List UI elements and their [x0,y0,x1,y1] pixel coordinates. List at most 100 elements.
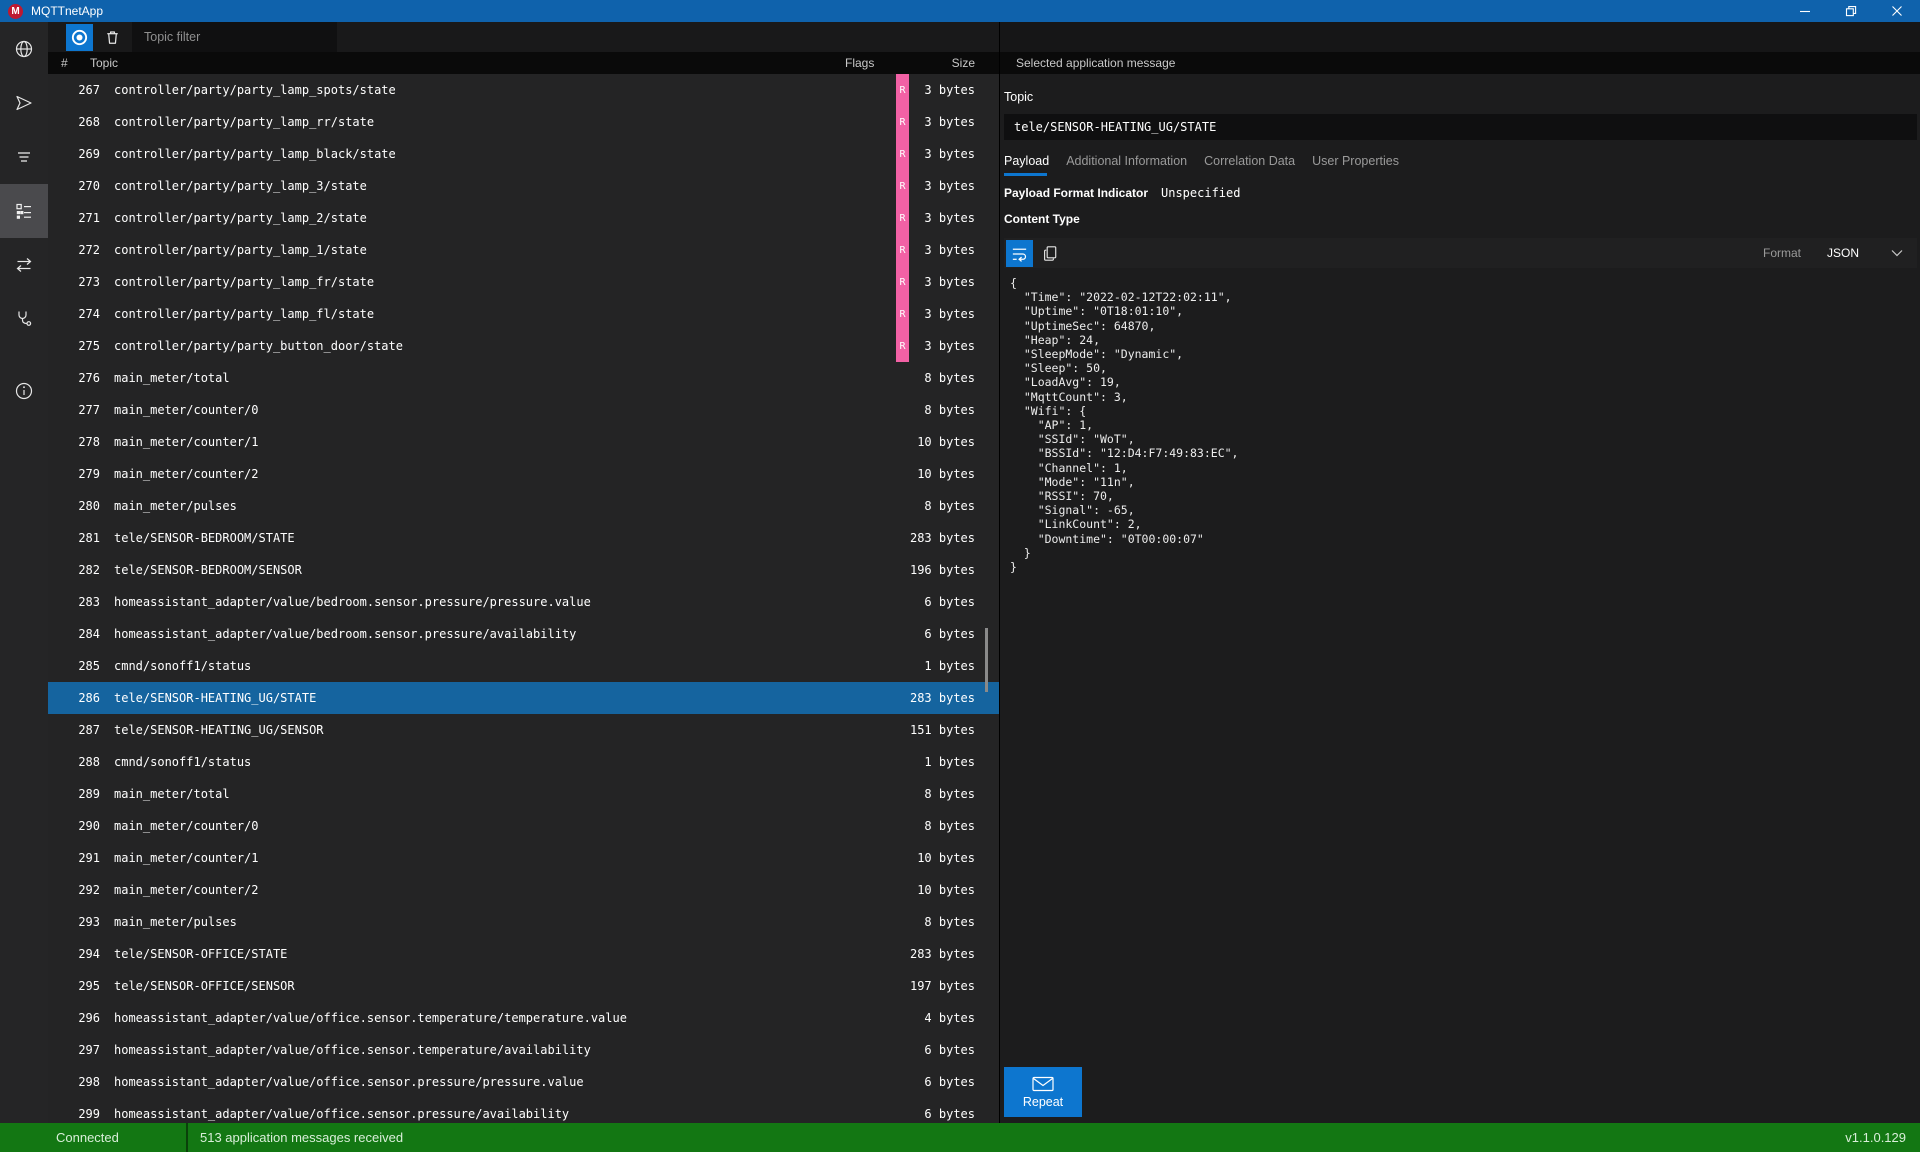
table-row[interactable]: 267controller/party/party_lamp_spots/sta… [48,74,999,106]
table-row[interactable]: 272controller/party/party_lamp_1/stateR3… [48,234,999,266]
row-topic: controller/party/party_button_door/state [114,339,845,353]
row-topic: main_meter/total [114,371,845,385]
row-size: 3 bytes [909,307,983,321]
record-button[interactable] [66,24,93,51]
row-size: 8 bytes [909,787,983,801]
table-row[interactable]: 297homeassistant_adapter/value/office.se… [48,1034,999,1066]
repeat-button[interactable]: Repeat [1004,1067,1082,1117]
copy-payload-button[interactable] [1037,240,1064,267]
sidebar-item-packets[interactable] [0,238,48,292]
table-row[interactable]: 295tele/SENSOR-OFFICE/SENSOR197 bytes [48,970,999,1002]
sidebar-item-inspector[interactable] [0,292,48,346]
sidebar-item-subscriptions[interactable] [0,130,48,184]
table-row[interactable]: 270controller/party/party_lamp_3/stateR3… [48,170,999,202]
selected-topic-input[interactable] [1004,114,1917,140]
table-row[interactable]: 299homeassistant_adapter/value/office.se… [48,1098,999,1123]
table-row[interactable]: 268controller/party/party_lamp_rr/stateR… [48,106,999,138]
row-topic: main_meter/counter/2 [114,467,845,481]
row-flags [845,906,909,938]
row-topic: controller/party/party_lamp_black/state [114,147,845,161]
row-flags [845,554,909,586]
row-topic: main_meter/counter/0 [114,819,845,833]
table-row[interactable]: 277main_meter/counter/08 bytes [48,394,999,426]
row-topic: main_meter/total [114,787,845,801]
payload-viewer[interactable]: { "Time": "2022-02-12T22:02:11", "Uptime… [1004,268,1917,1067]
row-flags: R [845,298,909,330]
row-topic: controller/party/party_lamp_fl/state [114,307,845,321]
table-row[interactable]: 293main_meter/pulses8 bytes [48,906,999,938]
table-row[interactable]: 292main_meter/counter/210 bytes [48,874,999,906]
restore-button[interactable] [1828,0,1874,22]
tab-payload[interactable]: Payload [1004,154,1051,176]
topic-filter-input[interactable] [132,22,337,52]
sidebar-item-info[interactable] [0,364,48,418]
row-topic: controller/party/party_lamp_spots/state [114,83,845,97]
row-flags [845,970,909,1002]
table-header: # Topic Flags Size [48,52,999,74]
clear-messages-button[interactable] [99,24,126,51]
retained-badge: R [896,234,909,266]
table-row[interactable]: 289main_meter/total8 bytes [48,778,999,810]
row-topic: tele/SENSOR-OFFICE/SENSOR [114,979,845,993]
table-row[interactable]: 269controller/party/party_lamp_black/sta… [48,138,999,170]
globe-icon [14,39,34,59]
table-row[interactable]: 290main_meter/counter/08 bytes [48,810,999,842]
table-row[interactable]: 298homeassistant_adapter/value/office.se… [48,1066,999,1098]
trash-icon [103,28,122,47]
minimize-button[interactable] [1782,0,1828,22]
row-flags [845,586,909,618]
table-row[interactable]: 283homeassistant_adapter/value/bedroom.s… [48,586,999,618]
format-dropdown[interactable]: JSON [1819,242,1911,264]
table-row[interactable]: 271controller/party/party_lamp_2/stateR3… [48,202,999,234]
table-row[interactable]: 284homeassistant_adapter/value/bedroom.s… [48,618,999,650]
format-value: JSON [1827,246,1859,260]
row-flags [845,650,909,682]
table-row[interactable]: 275controller/party/party_button_door/st… [48,330,999,362]
statusbar: Connected 513 application messages recei… [0,1123,1920,1152]
table-row[interactable]: 287tele/SENSOR-HEATING_UG/SENSOR151 byte… [48,714,999,746]
table-row[interactable]: 286tele/SENSOR-HEATING_UG/STATE283 bytes [48,682,999,714]
row-number: 276 [48,371,114,385]
topic-label: Topic [1004,90,1917,104]
tab-user-properties[interactable]: User Properties [1312,154,1401,176]
table-row[interactable]: 278main_meter/counter/110 bytes [48,426,999,458]
row-size: 3 bytes [909,179,983,193]
row-flags [845,394,909,426]
table-row[interactable]: 281tele/SENSOR-BEDROOM/STATE283 bytes [48,522,999,554]
table-row[interactable]: 285cmnd/sonoff1/status1 bytes [48,650,999,682]
retained-badge: R [896,170,909,202]
sidebar-item-publish[interactable] [0,76,48,130]
row-topic: controller/party/party_lamp_rr/state [114,115,845,129]
table-row[interactable]: 273controller/party/party_lamp_fr/stateR… [48,266,999,298]
table-row[interactable]: 274controller/party/party_lamp_fl/stateR… [48,298,999,330]
table-row[interactable]: 294tele/SENSOR-OFFICE/STATE283 bytes [48,938,999,970]
table-row[interactable]: 296homeassistant_adapter/value/office.se… [48,1002,999,1034]
sidebar-item-connection[interactable] [0,22,48,76]
table-row[interactable]: 291main_meter/counter/110 bytes [48,842,999,874]
table-row[interactable]: 280main_meter/pulses8 bytes [48,490,999,522]
row-size: 3 bytes [909,115,983,129]
row-number: 282 [48,563,114,577]
row-number: 287 [48,723,114,737]
row-topic: main_meter/pulses [114,499,845,513]
tab-additional-information[interactable]: Additional Information [1066,154,1189,176]
table-row[interactable]: 276main_meter/total8 bytes [48,362,999,394]
row-flags: R [845,106,909,138]
close-button[interactable] [1874,0,1920,22]
row-number: 281 [48,531,114,545]
row-number: 296 [48,1011,114,1025]
tab-correlation-data[interactable]: Correlation Data [1204,154,1297,176]
table-row[interactable]: 288cmnd/sonoff1/status1 bytes [48,746,999,778]
sidebar-item-messages[interactable] [0,184,48,238]
table-row[interactable]: 279main_meter/counter/210 bytes [48,458,999,490]
row-number: 284 [48,627,114,641]
vertical-scrollbar[interactable] [985,628,988,692]
row-number: 280 [48,499,114,513]
row-size: 283 bytes [909,531,983,545]
row-size: 283 bytes [909,947,983,961]
table-row[interactable]: 282tele/SENSOR-BEDROOM/SENSOR196 bytes [48,554,999,586]
retained-badge: R [896,202,909,234]
row-number: 297 [48,1043,114,1057]
row-size: 8 bytes [909,819,983,833]
word-wrap-button[interactable] [1006,240,1033,267]
